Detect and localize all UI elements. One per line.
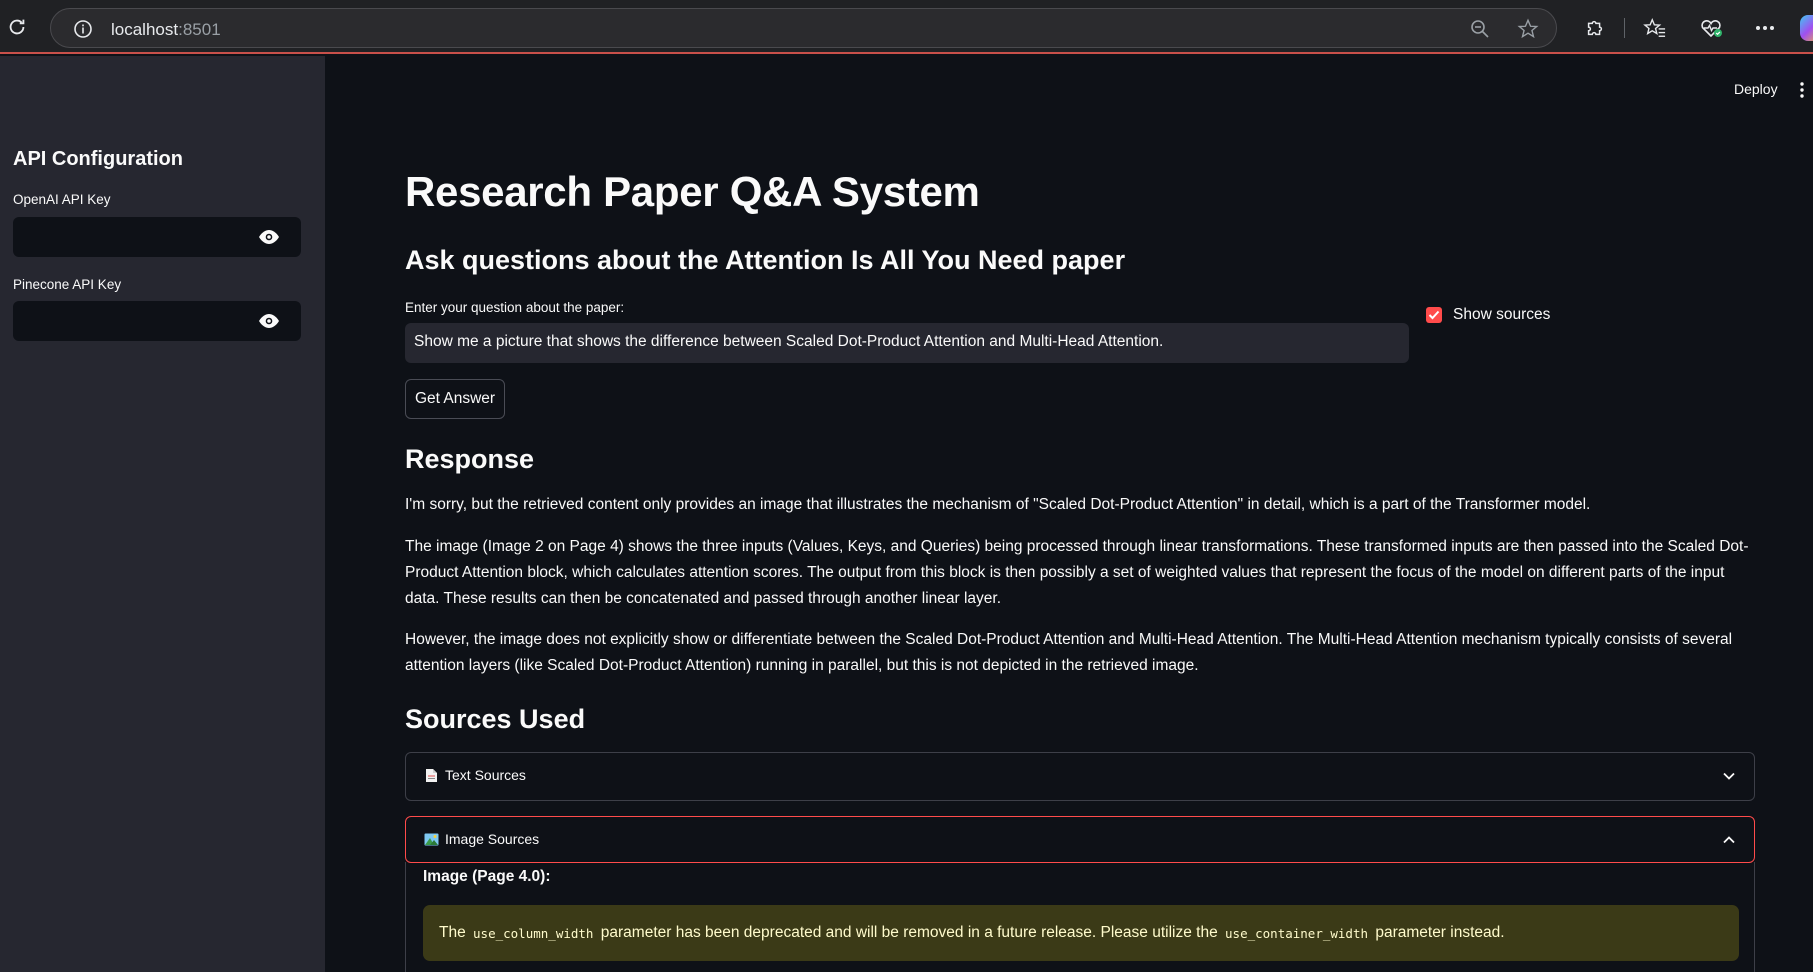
warning-code-2: use_container_width	[1225, 925, 1369, 941]
puzzle-icon[interactable]	[1582, 15, 1608, 41]
chevron-up-icon[interactable]	[1722, 833, 1736, 847]
warning-text-3: parameter instead.	[1375, 924, 1505, 941]
more-icon[interactable]	[1752, 15, 1778, 41]
browser-toolbar: localhost:8501	[0, 0, 1813, 54]
url-port: :8501	[178, 20, 221, 39]
text-sources-label: Text Sources	[445, 767, 526, 783]
favorites-icon[interactable]	[1642, 15, 1668, 41]
image-sources-expander[interactable]: Image Sources	[405, 816, 1755, 863]
response-paragraph-2: The image (Image 2 on Page 4) shows the …	[405, 538, 1749, 607]
show-sources-label: Show sources	[1453, 306, 1551, 323]
sidebar: API Configuration OpenAI API Key Pinecon…	[0, 56, 325, 972]
openai-key-label: OpenAI API Key	[13, 192, 111, 207]
eye-icon[interactable]	[257, 229, 281, 245]
reload-icon[interactable]	[4, 14, 30, 40]
deploy-button[interactable]: Deploy	[1734, 81, 1778, 97]
sidebar-title: API Configuration	[13, 148, 183, 170]
document-emoji-icon	[424, 768, 439, 783]
pinecone-key-label: Pinecone API Key	[13, 277, 122, 292]
image-sources-header: Image Sources	[424, 831, 539, 847]
openai-key-input[interactable]	[13, 217, 301, 257]
sources-heading: Sources Used	[405, 704, 586, 734]
address-bar[interactable]: localhost:8501	[50, 8, 1557, 48]
page-subtitle: Ask questions about the Attention Is All…	[405, 245, 1126, 275]
info-icon[interactable]	[73, 19, 93, 39]
toolbar-divider	[1624, 18, 1625, 38]
image-sources-content: Image (Page 4.0): The use_column_width p…	[405, 862, 1755, 972]
warning-code-1: use_column_width	[473, 925, 594, 941]
image-sources-label: Image Sources	[445, 831, 540, 847]
show-sources-checkbox[interactable]: Show sources	[1426, 306, 1550, 324]
question-label: Enter your question about the paper:	[405, 300, 625, 315]
heart-icon[interactable]	[1698, 15, 1724, 41]
chevron-down-icon[interactable]	[1722, 769, 1736, 783]
image-caption: Image (Page 4.0):	[423, 868, 551, 885]
deprecation-warning: The use_column_width parameter has been …	[423, 905, 1739, 961]
url-text[interactable]: localhost:8501	[111, 20, 221, 40]
url-host: localhost	[111, 20, 179, 39]
copilot-logo-icon[interactable]	[1800, 15, 1813, 41]
page-title: Research Paper Q&A System	[405, 168, 980, 215]
warning-text-1: The	[439, 924, 466, 941]
text-sources-expander[interactable]: Text Sources	[405, 752, 1755, 801]
response-heading: Response	[405, 444, 535, 474]
pinecone-key-input[interactable]	[13, 301, 301, 341]
get-answer-button[interactable]: Get Answer	[405, 379, 505, 419]
eye-icon[interactable]	[257, 313, 281, 329]
zoom-out-icon[interactable]	[1468, 17, 1492, 41]
picture-emoji-icon	[424, 832, 439, 847]
main-menu-icon[interactable]	[1797, 80, 1807, 100]
question-input[interactable]: Show me a picture that shows the differe…	[405, 323, 1409, 363]
text-sources-header: Text Sources	[424, 767, 526, 783]
response-paragraph-3: However, the image does not explicitly s…	[405, 631, 1733, 674]
checkbox-checked-icon[interactable]	[1426, 307, 1442, 323]
response-paragraph-1: I'm sorry, but the retrieved content onl…	[405, 496, 1591, 513]
star-icon[interactable]	[1516, 17, 1540, 41]
warning-text-2: parameter has been deprecated and will b…	[600, 924, 1218, 941]
